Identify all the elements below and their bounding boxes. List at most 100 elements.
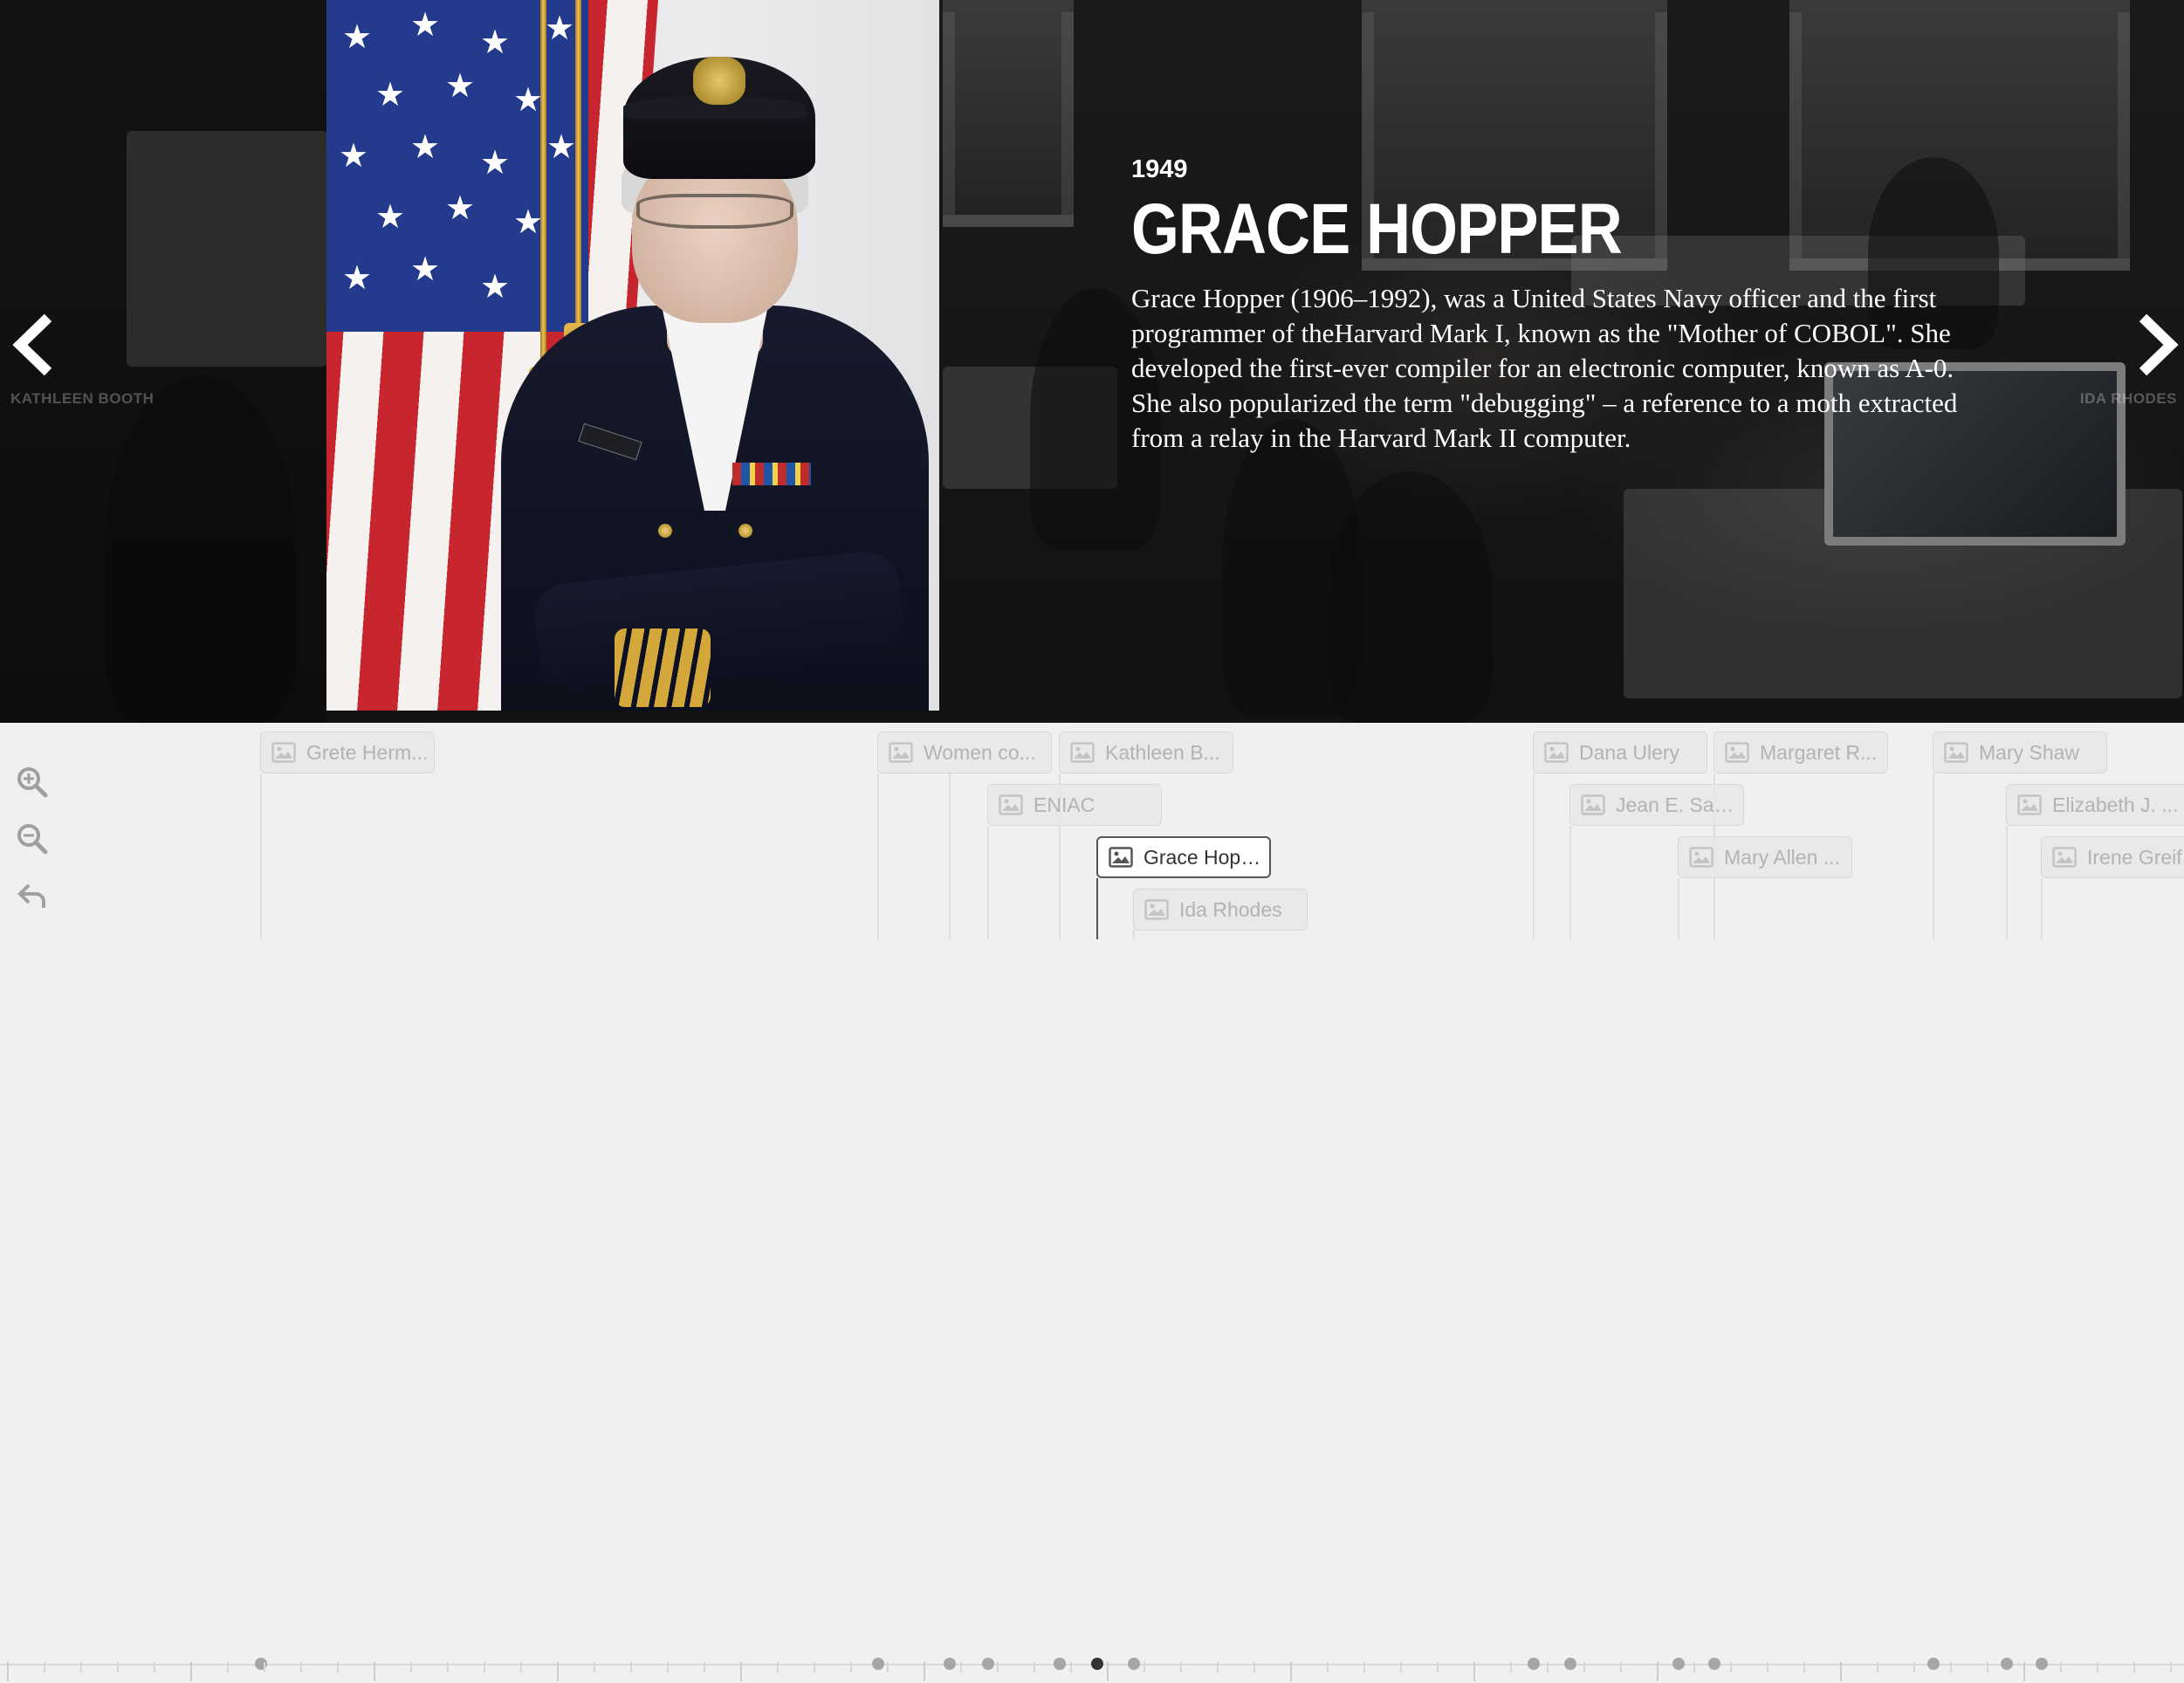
flag-canton: ★ ★ ★ ★ ★ ★ ★ ★ ★ ★ ★ ★ ★ ★ ★ ★ ★ — [326, 0, 588, 332]
flag-cord — [540, 0, 546, 367]
axis-tick — [410, 1662, 412, 1673]
axis-tick — [924, 1662, 925, 1681]
cap-emblem — [693, 57, 745, 105]
marker-label: Mary Shaw — [1979, 740, 2080, 764]
axis-tick — [1253, 1662, 1255, 1673]
axis-dot — [1672, 1658, 1685, 1670]
timeline-marker[interactable]: Ida Rhodes — [1133, 889, 1308, 931]
glasses — [636, 194, 793, 229]
axis-tick — [80, 1662, 82, 1673]
back-to-start-button[interactable] — [13, 876, 52, 915]
axis-tick — [1877, 1662, 1878, 1673]
axis-dot — [982, 1658, 994, 1670]
axis-tick — [667, 1662, 669, 1673]
axis-dot — [872, 1658, 884, 1670]
axis-tick — [227, 1662, 229, 1673]
image-icon — [2052, 847, 2077, 868]
axis-tick — [337, 1662, 339, 1673]
axis-tick — [740, 1662, 742, 1681]
axis-tick — [190, 1662, 192, 1681]
marker-line — [1096, 878, 1098, 939]
image-icon — [999, 794, 1023, 815]
marker-label: Dana Ulery — [1579, 740, 1680, 764]
slide-description: Grace Hopper (1906–1992), was a United S… — [1131, 283, 1958, 453]
timeline-marker[interactable]: Mary Shaw — [1933, 732, 2107, 773]
next-slide-button[interactable] — [2126, 310, 2184, 380]
timeline-marker[interactable]: Irene Greif — [2041, 836, 2184, 878]
timeline-marker[interactable]: Margaret R... — [1714, 732, 1888, 773]
axis-tick — [1620, 1662, 1622, 1673]
axis-tick — [1767, 1662, 1768, 1673]
axis-tick — [850, 1662, 852, 1673]
slide-photo: ★ ★ ★ ★ ★ ★ ★ ★ ★ ★ ★ ★ ★ ★ ★ ★ ★ — [326, 0, 939, 711]
axis-tick — [887, 1662, 889, 1673]
axis-dot — [2001, 1658, 2013, 1670]
axis-tick — [484, 1662, 485, 1673]
timeline-marker[interactable]: Jean E. Sam... — [1569, 784, 1744, 826]
axis-tick — [2133, 1662, 2135, 1673]
axis-tick — [1070, 1662, 1072, 1673]
timeline-marker[interactable]: Mary Allen ... — [1678, 836, 1852, 878]
marker-line — [987, 826, 989, 939]
marker-line — [260, 773, 262, 939]
axis-tick — [1510, 1662, 1512, 1673]
axis-tick — [1583, 1662, 1585, 1673]
timeline-nav: Grete Herm... Women co... Kathleen B... ENI… — [0, 723, 2184, 1681]
marker-label: Grace Hopper — [1144, 845, 1269, 869]
axis-dot — [1564, 1658, 1576, 1670]
timeline-marker[interactable]: ENIAC — [987, 784, 1162, 826]
axis-dot — [2036, 1658, 2048, 1670]
axis-dot — [1528, 1658, 1540, 1670]
axis-tick — [1987, 1662, 1988, 1673]
axis-tick — [1034, 1662, 1035, 1673]
timeline-marker[interactable]: Grace Hopper — [1096, 836, 1271, 878]
marker-label: Ida Rhodes — [1179, 897, 1282, 921]
slide-title: GRACE HOPPER — [1131, 189, 1623, 269]
axis-tick — [300, 1662, 302, 1673]
axis-tick — [1693, 1662, 1695, 1673]
axis-tick — [997, 1662, 999, 1673]
image-icon — [271, 742, 296, 763]
sleeve-stripes — [615, 629, 711, 707]
prev-slide-label: KATHLEEN BOOTH — [10, 390, 155, 407]
timeline-marker[interactable]: Women co... — [877, 732, 1052, 773]
axis-tick — [1913, 1662, 1915, 1673]
axis-tick — [447, 1662, 449, 1673]
marker-line — [2041, 878, 2043, 939]
timeline-marker[interactable]: Elizabeth J. ... — [2006, 784, 2184, 826]
marker-line — [1933, 773, 1934, 939]
axis-tick — [1437, 1662, 1439, 1673]
image-icon — [1581, 794, 1605, 815]
marker-label: Jean E. Sam... — [1616, 793, 1743, 816]
timeline-marker[interactable]: Grete Herm... — [260, 732, 435, 773]
axis-tick — [117, 1662, 119, 1673]
axis-tick — [154, 1662, 155, 1673]
image-icon — [1070, 742, 1095, 763]
slide-viewer: KATHLEEN BOOTH IDA RHODES ★ ★ ★ ★ ★ ★ ★ ★ ★ ★ ★ … — [0, 0, 2184, 723]
zoom-out-button[interactable] — [13, 820, 52, 858]
axis-tick — [557, 1662, 559, 1681]
image-icon — [1544, 742, 1569, 763]
flag-cord — [575, 0, 581, 332]
marker-line — [949, 773, 951, 939]
chevron-right-icon — [2139, 314, 2179, 375]
axis-tick — [1107, 1662, 1109, 1681]
marker-label: Women co... — [924, 740, 1036, 764]
coat-button — [738, 524, 752, 538]
zoom-in-button[interactable] — [13, 763, 52, 801]
axis-tick — [1803, 1662, 1805, 1673]
axis-tick — [777, 1662, 779, 1673]
axis-tick — [1290, 1662, 1292, 1681]
timeline-marker[interactable]: Dana Ulery — [1533, 732, 1707, 773]
marker-line — [877, 773, 879, 939]
timeline-marker[interactable]: Kathleen B... — [1059, 732, 1233, 773]
undo-arrow-icon — [17, 883, 45, 908]
slide-text: 1949 GRACE HOPPER Grace Hopper (1906–199… — [1131, 154, 1995, 456]
axis-tick — [2170, 1662, 2172, 1673]
axis-tick — [1840, 1662, 1842, 1681]
axis-tick — [1657, 1662, 1659, 1681]
prev-slide-button[interactable] — [3, 310, 65, 380]
axis-tick — [1950, 1662, 1952, 1673]
axis-dot — [1054, 1658, 1066, 1670]
image-icon — [2017, 794, 2042, 815]
